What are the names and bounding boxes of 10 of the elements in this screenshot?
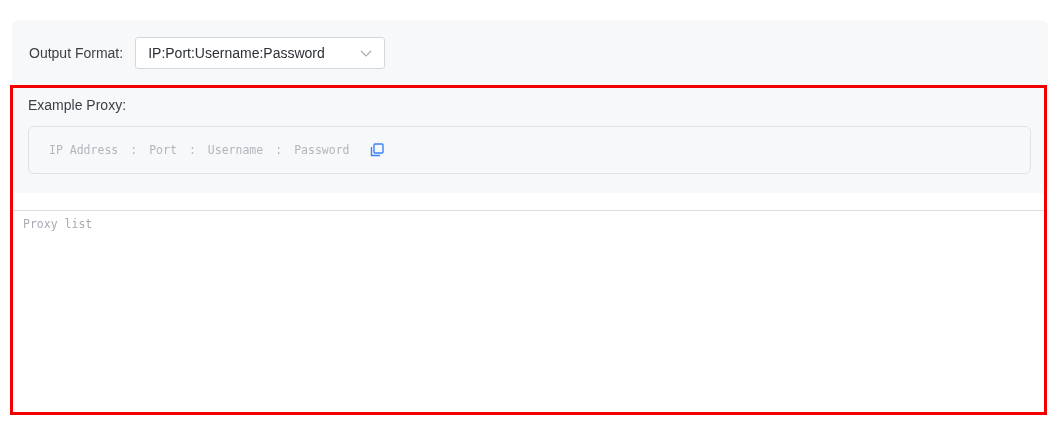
example-field: Username — [207, 143, 264, 157]
section-title: Example Proxy: — [28, 97, 127, 113]
example-field: Port — [149, 143, 177, 157]
example-field: IP Address — [49, 143, 119, 157]
separator: : — [188, 143, 196, 157]
separator: : — [275, 143, 283, 157]
output-format-dropdown[interactable]: IP:Port:Username:Password — [135, 37, 386, 69]
example-field: Password — [294, 143, 350, 157]
field-label: Output Format: — [29, 45, 124, 61]
separator: : — [130, 143, 138, 157]
